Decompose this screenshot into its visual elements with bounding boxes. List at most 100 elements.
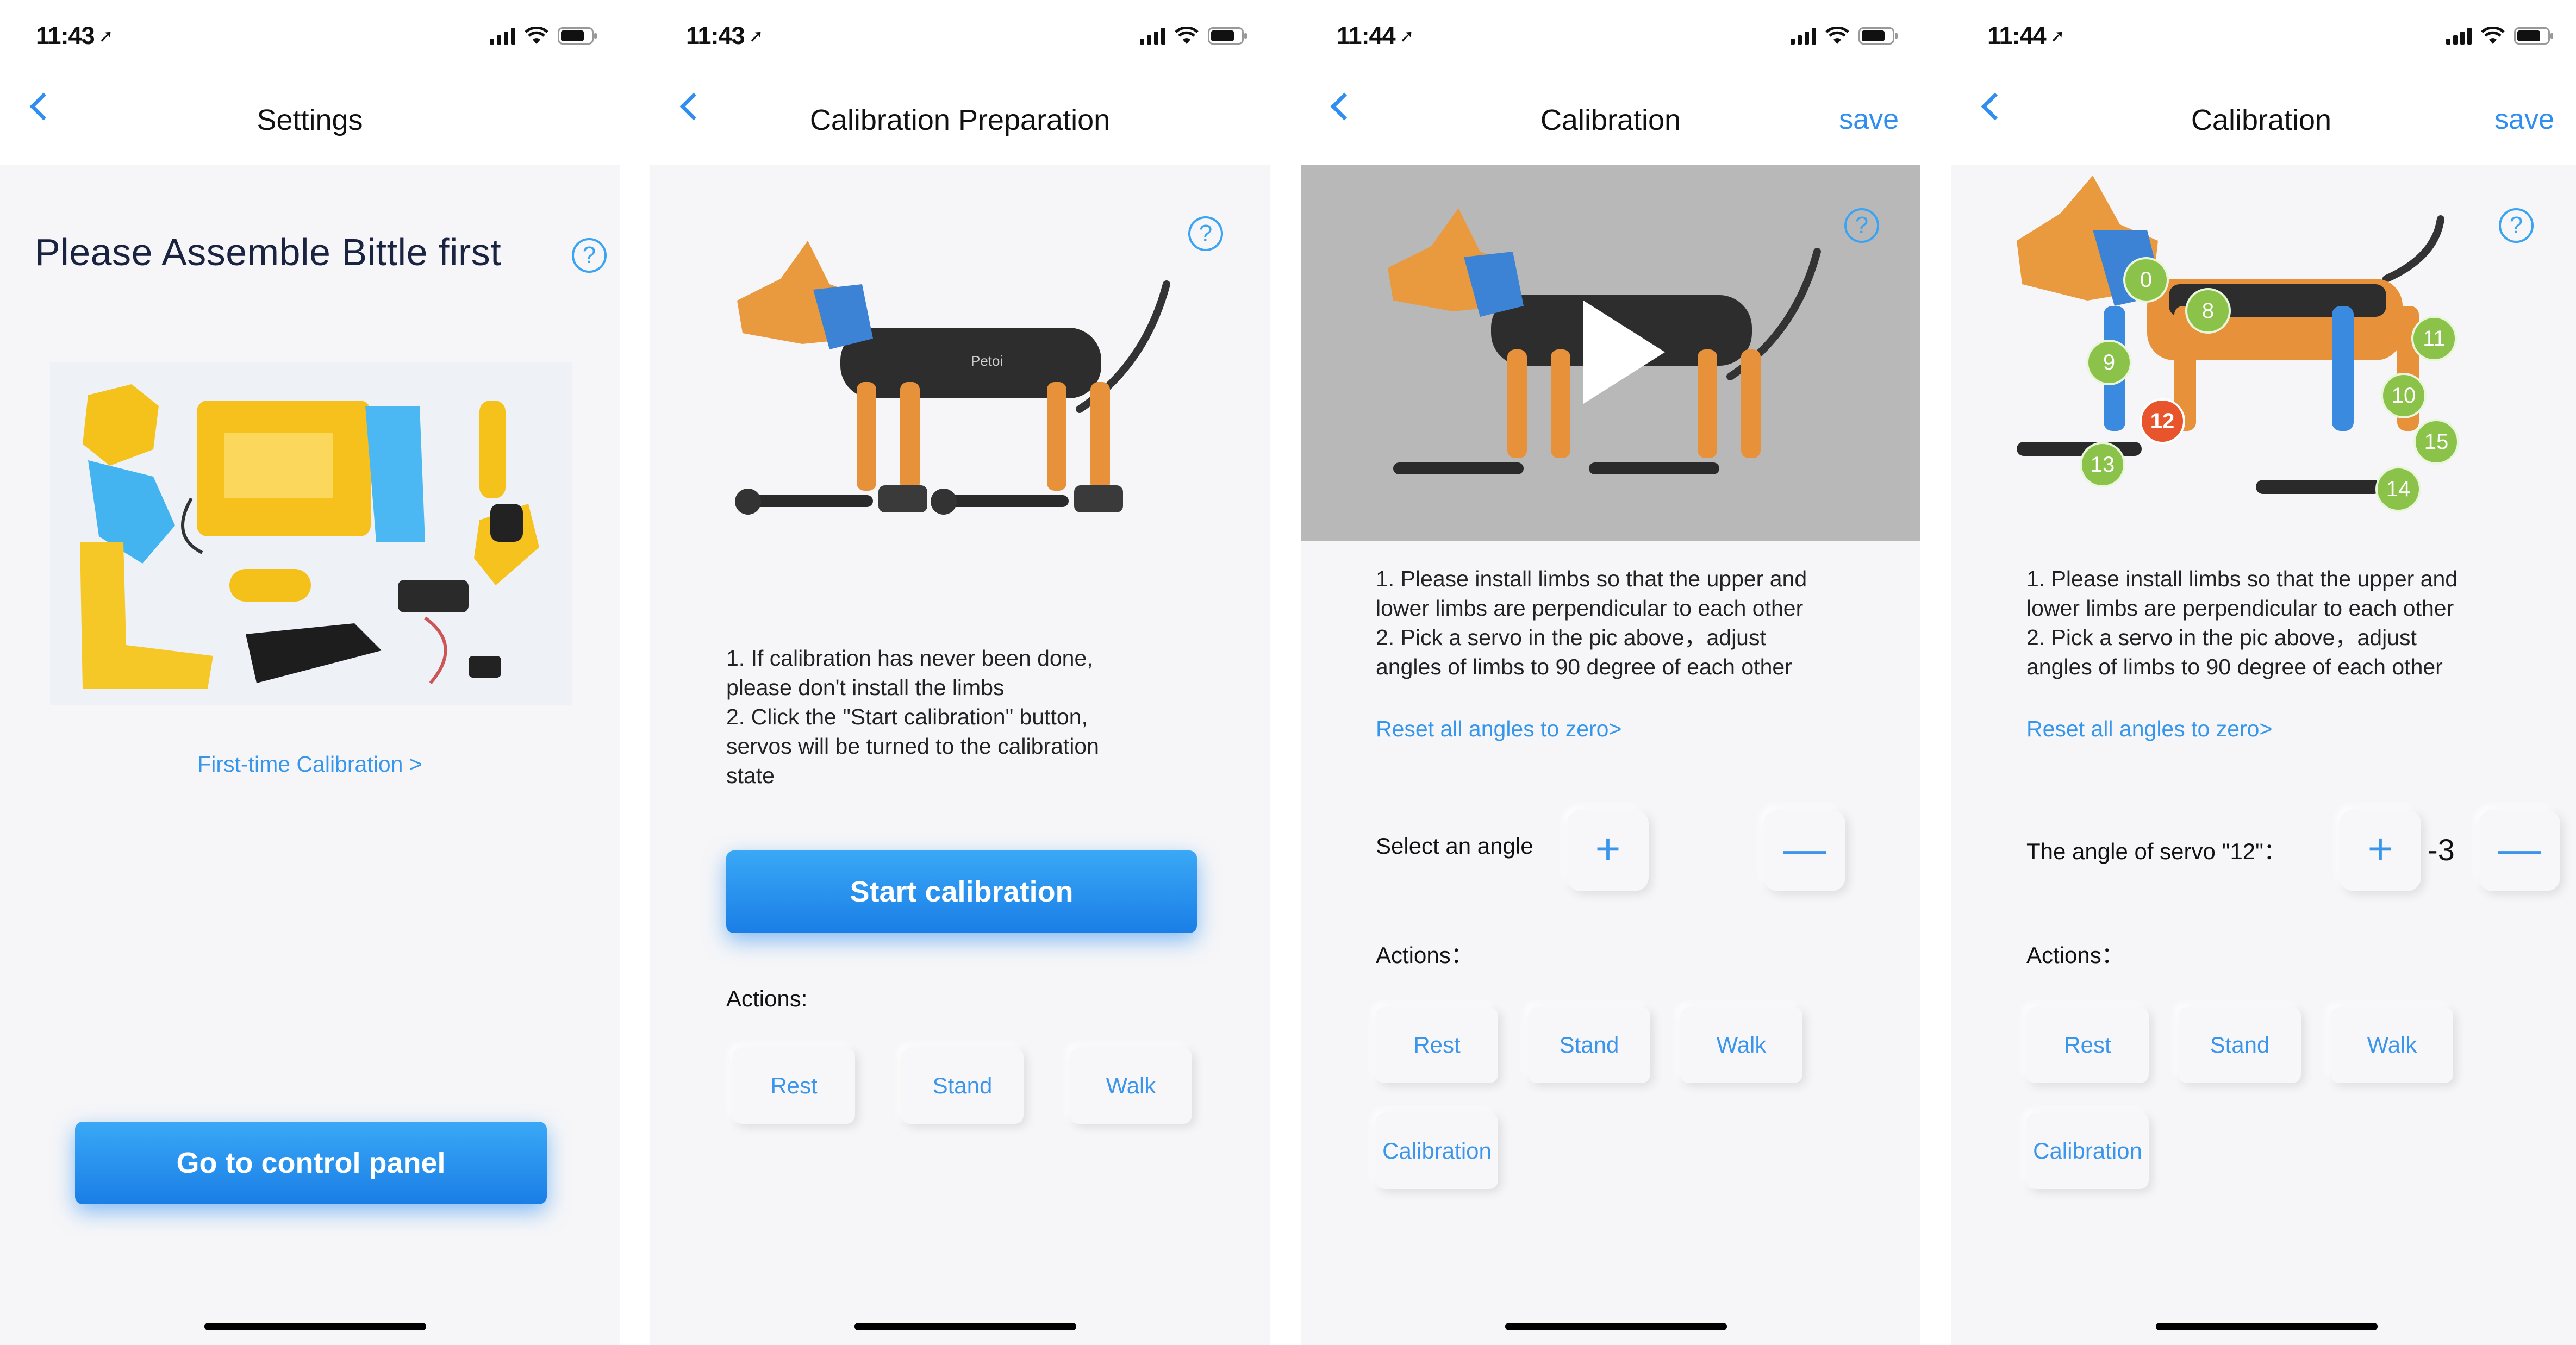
- increase-angle-button[interactable]: +: [2340, 810, 2421, 891]
- page-title: Calibration: [2191, 104, 2332, 136]
- parts-photo: [50, 362, 572, 705]
- page-title: Calibration Preparation: [809, 104, 1111, 136]
- home-indicator: [2156, 1323, 2378, 1330]
- signal-icon: [1140, 27, 1165, 45]
- bittle-parts-image: [50, 362, 572, 705]
- status-time: 11:43 ➚: [36, 22, 114, 49]
- home-indicator: [854, 1323, 1076, 1330]
- wifi-icon: [1825, 27, 1849, 44]
- home-indicator: [204, 1323, 426, 1330]
- select-angle-label: Select an angle: [1376, 833, 1533, 859]
- calibration-screen: 11:44 ➚ Calibration save ? 1. Please ins…: [1301, 0, 1920, 1345]
- calibration-video[interactable]: ?: [1301, 165, 1920, 541]
- instruction-line: 1. If calibration has never been done,: [726, 646, 1093, 671]
- status-icons: [2446, 25, 2553, 47]
- instruction-line: 2. Click the "Start calibration" button,: [726, 704, 1088, 729]
- actions-label: Actions:: [726, 986, 808, 1011]
- instruction-line: 2. Pick a servo in the pic above，adjust: [1376, 625, 1766, 650]
- servo-tag[interactable]: 9: [2086, 340, 2132, 385]
- help-icon[interactable]: ?: [1844, 208, 1879, 243]
- reset-angles-link[interactable]: Reset all angles to zero>: [2026, 716, 2272, 742]
- calibration-servo-screen: 11:44 ➚ Calibration save ? 0 8 9 11 10 12…: [1951, 0, 2576, 1345]
- instruction-line: angles of limbs to 90 degree of each oth…: [1376, 654, 1792, 679]
- help-icon[interactable]: ?: [572, 238, 607, 273]
- servo-tag[interactable]: 8: [2185, 288, 2231, 334]
- wifi-icon: [1175, 27, 1199, 44]
- settings-screen: 11:43 ➚ Settings Please Assemble Bittle f…: [0, 0, 620, 1345]
- walk-action-button[interactable]: Walk: [2331, 1007, 2453, 1083]
- location-arrow-icon: ➚: [749, 26, 764, 46]
- decrease-angle-button[interactable]: —: [1764, 810, 1845, 891]
- status-time: 11:44 ➚: [1987, 22, 2065, 49]
- instruction-line: lower limbs are perpendicular to each ot…: [2026, 596, 2454, 621]
- walk-action-button[interactable]: Walk: [1680, 1007, 1802, 1083]
- actions-label: Actions：: [2026, 942, 2124, 968]
- status-icons: [1791, 25, 1898, 47]
- signal-icon: [1791, 27, 1816, 45]
- instruction-line: angles of limbs to 90 degree of each oth…: [2026, 654, 2443, 679]
- location-arrow-icon: ➚: [1399, 26, 1414, 46]
- location-arrow-icon: ➚: [2050, 26, 2065, 46]
- instruction-line: 1. Please install limbs so that the uppe…: [2026, 566, 2458, 591]
- stand-action-button[interactable]: Stand: [901, 1048, 1024, 1124]
- rest-action-button[interactable]: Rest: [1376, 1007, 1498, 1083]
- instruction-line: state: [726, 763, 775, 788]
- start-calibration-button[interactable]: Start calibration: [726, 850, 1197, 933]
- battery-icon: [558, 27, 597, 45]
- help-icon[interactable]: ?: [2499, 208, 2534, 243]
- servo-angle-value: -3: [2428, 833, 2455, 867]
- calibration-preparation-screen: 11:43 ➚ Calibration Preparation ? Petoi 1…: [650, 0, 1270, 1345]
- increase-angle-button[interactable]: +: [1567, 810, 1649, 891]
- servo-tag[interactable]: 14: [2375, 466, 2421, 512]
- robot-label: Petoi: [971, 353, 1003, 369]
- instruction-line: please don't install the limbs: [726, 675, 1005, 700]
- home-indicator: [1505, 1323, 1727, 1330]
- status-icons: [1140, 25, 1247, 47]
- stand-action-button[interactable]: Stand: [1528, 1007, 1650, 1083]
- assemble-heading: Please Assemble Bittle first: [35, 231, 502, 273]
- reset-angles-link[interactable]: Reset all angles to zero>: [1376, 716, 1621, 742]
- signal-icon: [2446, 27, 2472, 45]
- wifi-icon: [2481, 27, 2505, 44]
- servo-tag[interactable]: 13: [2080, 442, 2125, 487]
- servo-tag-selected[interactable]: 12: [2140, 398, 2185, 444]
- rest-action-button[interactable]: Rest: [2026, 1007, 2149, 1083]
- rest-action-button[interactable]: Rest: [733, 1048, 855, 1124]
- servo-tag[interactable]: 10: [2381, 373, 2427, 418]
- decrease-angle-button[interactable]: —: [2479, 810, 2560, 891]
- stand-action-button[interactable]: Stand: [2179, 1007, 2301, 1083]
- instruction-line: 2. Pick a servo in the pic above，adjust: [2026, 625, 2417, 650]
- actions-label: Actions：: [1376, 942, 1474, 968]
- servo-tag[interactable]: 15: [2413, 419, 2459, 465]
- battery-icon: [1208, 27, 1247, 45]
- signal-icon: [490, 27, 515, 45]
- page-title: Settings: [257, 104, 363, 136]
- preparation-content: ? Petoi 1. If calibration has never been…: [650, 165, 1270, 1345]
- servo-tag[interactable]: 11: [2411, 316, 2457, 361]
- play-icon[interactable]: [1583, 301, 1665, 404]
- first-time-calibration-link[interactable]: First-time Calibration >: [0, 752, 620, 777]
- calibration-action-button[interactable]: Calibration: [1376, 1113, 1498, 1189]
- servo-angle-label: The angle of servo "12"：: [2026, 839, 2287, 864]
- page-title: Calibration: [1540, 104, 1681, 136]
- location-arrow-icon: ➚: [98, 26, 114, 46]
- instruction-line: 1. Please install limbs so that the uppe…: [1376, 566, 1807, 591]
- status-time: 11:43 ➚: [686, 22, 764, 49]
- walk-action-button[interactable]: Walk: [1070, 1048, 1192, 1124]
- servo-tag[interactable]: 0: [2123, 257, 2169, 303]
- go-to-control-panel-button[interactable]: Go to control panel: [75, 1122, 547, 1204]
- calibration-instructions: 1. Please install limbs so that the uppe…: [2026, 564, 2458, 681]
- instruction-line: servos will be turned to the calibration: [726, 734, 1099, 759]
- bittle-robot-image: Petoi: [735, 241, 1170, 515]
- wifi-icon: [525, 27, 548, 44]
- save-button[interactable]: save: [1839, 103, 1899, 136]
- preparation-instructions: 1. If calibration has never been done, p…: [726, 643, 1099, 790]
- calibration-action-button[interactable]: Calibration: [2026, 1113, 2149, 1189]
- save-button[interactable]: save: [2494, 103, 2554, 136]
- calibration-content: ? 1. Please install limbs so that the up…: [1301, 165, 1920, 1345]
- status-icons: [490, 25, 597, 47]
- battery-icon: [1858, 27, 1898, 45]
- status-time: 11:44 ➚: [1337, 22, 1414, 49]
- calibration-servo-content: ? 0 8 9 11 10 12 15 13 14 1. Please inst…: [1951, 165, 2576, 1345]
- battery-icon: [2514, 27, 2553, 45]
